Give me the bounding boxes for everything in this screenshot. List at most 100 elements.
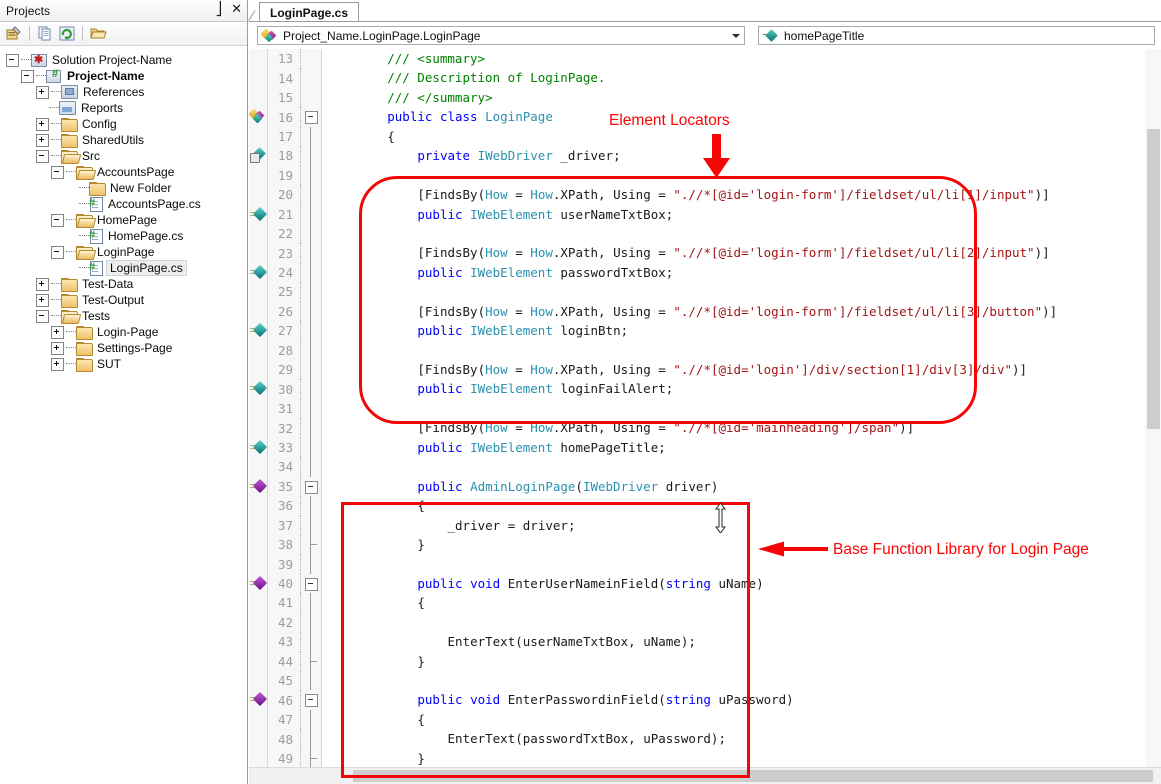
tree-node[interactable]: SUT xyxy=(0,356,247,372)
tree-node[interactable]: AccountsPage xyxy=(0,164,247,180)
tree-node[interactable]: Login-Page xyxy=(0,324,247,340)
collapse-toggle[interactable] xyxy=(36,309,49,323)
tree-node[interactable]: ✱ Solution Project-Name xyxy=(0,52,247,68)
code-line[interactable]: 15 /// </summary> xyxy=(249,87,1161,108)
editor-vertical-scrollbar[interactable] xyxy=(1145,49,1161,768)
open-folder-icon[interactable] xyxy=(88,25,108,43)
tree-node[interactable]: Reports xyxy=(0,100,247,116)
line-number: 37 xyxy=(277,517,293,533)
tree-node[interactable]: Src xyxy=(0,148,247,164)
code-line[interactable]: 13 /// <summary> xyxy=(249,49,1161,69)
collapse-toggle[interactable] xyxy=(51,245,64,259)
tree-node[interactable]: Tests xyxy=(0,308,247,324)
code-line[interactable]: 22 xyxy=(249,223,1161,244)
fold-toggle[interactable] xyxy=(305,577,318,591)
gutter-dotted-line xyxy=(300,554,302,574)
expand-toggle[interactable] xyxy=(36,277,49,291)
tree-node[interactable]: LoginPage xyxy=(0,244,247,260)
code-line[interactable]: 28 xyxy=(249,340,1161,360)
tree-node[interactable]: # AccountsPage.cs xyxy=(0,196,247,212)
tree-node[interactable]: HomePage xyxy=(0,212,247,228)
code-line[interactable]: 18 private IWebDriver _driver; xyxy=(249,146,1161,166)
close-icon[interactable]: ✕ xyxy=(231,2,242,16)
tree-node-label: Src xyxy=(82,149,100,163)
tree-node[interactable]: Test-Data xyxy=(0,276,247,292)
collapse-toggle[interactable] xyxy=(6,53,19,67)
code-line[interactable]: 44 } xyxy=(249,651,1161,671)
code-line[interactable]: 41 { xyxy=(249,593,1161,613)
code-line[interactable]: 48 EnterText(passwordTxtBox, uPassword); xyxy=(249,729,1161,749)
code-line[interactable]: 40 public void EnterUserNameinField(stri… xyxy=(249,573,1161,594)
pin-icon[interactable]: ⎦ xyxy=(216,2,223,16)
tree-node[interactable]: # HomePage.cs xyxy=(0,228,247,244)
expand-toggle[interactable] xyxy=(51,325,64,339)
code-line[interactable]: 26 [FindsBy(How = How.XPath, Using = "./… xyxy=(249,301,1161,322)
tree-connector xyxy=(21,59,31,61)
tree-node[interactable]: Config xyxy=(0,116,247,132)
code-line[interactable]: 38 } xyxy=(249,534,1161,555)
code-line[interactable]: 17 { xyxy=(249,126,1161,147)
code-line[interactable]: 21 public IWebElement userNameTxtBox; xyxy=(249,204,1161,224)
solution-tree[interactable]: ✱ Solution Project-Name # Project-Name Refer… xyxy=(0,46,247,784)
show-all-files-icon[interactable] xyxy=(35,25,55,43)
code-line[interactable]: 27 public IWebElement loginBtn; xyxy=(249,321,1161,341)
fold-toggle[interactable] xyxy=(305,480,318,494)
code-line[interactable]: 30 public IWebElement loginFailAlert; xyxy=(249,379,1161,399)
vertical-scrollbar-thumb[interactable] xyxy=(1147,129,1160,429)
editor-horizontal-scrollbar[interactable] xyxy=(249,767,1161,784)
expand-toggle[interactable] xyxy=(51,357,64,371)
refresh-icon[interactable] xyxy=(57,25,77,43)
code-line[interactable]: 46 public void EnterPasswordinField(stri… xyxy=(249,690,1161,710)
gutter-dotted-line xyxy=(300,262,302,283)
tree-node[interactable]: Settings-Page xyxy=(0,340,247,356)
chevron-down-icon[interactable] xyxy=(732,33,740,38)
expand-toggle[interactable] xyxy=(51,341,64,355)
code-line[interactable]: 36 { xyxy=(249,496,1161,516)
code-line[interactable]: 43 EnterText(userNameTxtBox, uName); xyxy=(249,632,1161,652)
fold-toggle[interactable] xyxy=(305,111,318,125)
tree-node[interactable]: Test-Output xyxy=(0,292,247,308)
code-line[interactable]: 45 xyxy=(249,671,1161,691)
code-line[interactable]: 23 [FindsBy(How = How.XPath, Using = "./… xyxy=(249,243,1161,263)
member-dropdown[interactable]: homePageTitle xyxy=(758,26,1155,45)
code-line[interactable]: 16 public class LoginPage xyxy=(249,107,1161,127)
expand-toggle[interactable] xyxy=(36,117,49,131)
tab-loginpage-cs[interactable]: LoginPage.cs xyxy=(259,2,360,21)
code-line[interactable]: 39 xyxy=(249,554,1161,574)
code-line[interactable]: 24 public IWebElement passwordTxtBox; xyxy=(249,262,1161,283)
tree-node[interactable]: New Folder xyxy=(0,180,247,196)
horizontal-scrollbar-thumb[interactable] xyxy=(353,770,1153,782)
code-line[interactable]: 19 xyxy=(249,165,1161,186)
code-line[interactable]: 49 } xyxy=(249,748,1161,769)
gutter-dotted-line xyxy=(300,146,302,166)
tree-node[interactable]: SharedUtils xyxy=(0,132,247,148)
properties-icon[interactable] xyxy=(4,25,24,43)
expand-toggle[interactable] xyxy=(36,85,49,99)
expand-toggle[interactable] xyxy=(36,133,49,147)
code-scroll-region[interactable]: 13 /// <summary> 14 /// Description of Lo… xyxy=(249,49,1161,769)
tree-node[interactable]: # LoginPage.cs xyxy=(0,260,247,276)
code-line[interactable]: 29 [FindsBy(How = How.XPath, Using = "./… xyxy=(249,360,1161,380)
code-line[interactable]: 33 public IWebElement homePageTitle; xyxy=(249,437,1161,458)
code-line[interactable]: 47 { xyxy=(249,709,1161,730)
expand-toggle[interactable] xyxy=(36,293,49,307)
code-line[interactable]: 32 [FindsBy(How = How.XPath, Using = "./… xyxy=(249,418,1161,438)
collapse-toggle[interactable] xyxy=(51,213,64,227)
line-number: 32 xyxy=(277,420,293,436)
collapse-toggle[interactable] xyxy=(36,149,49,163)
code-line[interactable]: 37 _driver = driver; xyxy=(249,515,1161,535)
collapse-toggle[interactable] xyxy=(21,69,34,83)
code-line[interactable]: 42 xyxy=(249,612,1161,633)
collapse-toggle[interactable] xyxy=(51,165,64,179)
type-dropdown[interactable]: Project_Name.LoginPage.LoginPage xyxy=(257,26,745,45)
code-line[interactable]: 31 xyxy=(249,398,1161,419)
code-line[interactable]: 34 xyxy=(249,457,1161,477)
code-line[interactable]: 20 [FindsBy(How = How.XPath, Using = "./… xyxy=(249,185,1161,205)
code-line[interactable]: 14 /// Description of LoginPage. xyxy=(249,68,1161,88)
tree-node[interactable]: References xyxy=(0,84,247,100)
tree-node[interactable]: # Project-Name xyxy=(0,68,247,84)
code-line[interactable]: 35 public AdminLoginPage(IWebDriver driv… xyxy=(249,476,1161,497)
fold-toggle[interactable] xyxy=(305,694,318,708)
code-line[interactable]: 25 xyxy=(249,282,1161,302)
